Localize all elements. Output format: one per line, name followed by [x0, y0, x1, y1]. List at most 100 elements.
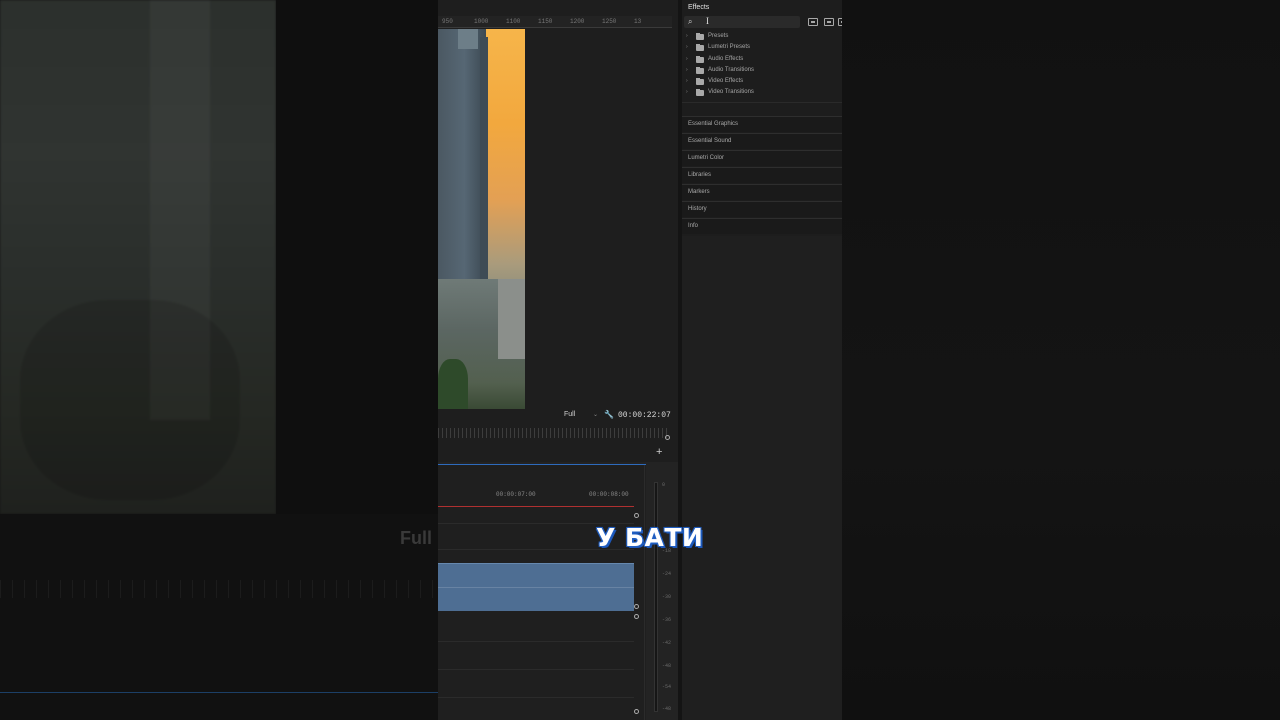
track-divider: [438, 669, 634, 670]
blurred-lower-panel: [0, 514, 438, 720]
panel-tab-label: History: [688, 206, 707, 212]
panel-tab-libraries[interactable]: Libraries: [682, 167, 842, 183]
folder-icon: [696, 78, 704, 86]
tree-item-label: Lumetri Presets: [708, 44, 751, 51]
wrench-icon[interactable]: 🔧: [604, 410, 614, 419]
scrub-handle[interactable]: [665, 435, 670, 440]
tree-item-label: Video Transitions: [708, 89, 754, 96]
ruler-tick: 1100: [506, 18, 521, 25]
tree-item-label: Video Effects: [708, 78, 744, 85]
ruler-tick: 950: [442, 18, 453, 25]
blurred-ruler: [0, 580, 438, 598]
meter-tick: -36: [662, 617, 672, 623]
meter-tick: -54: [662, 684, 672, 690]
effects-panel: Effects ⌕ I › Presets › Lumetri Presets: [682, 0, 842, 720]
blurred-panel-dark: [276, 0, 438, 514]
folder-icon: [696, 33, 704, 40]
panel-tab-label: Info: [688, 223, 699, 229]
folder-icon: [696, 44, 704, 52]
tree-item-label: Audio Transitions: [708, 66, 755, 73]
timeline-work-area[interactable]: [438, 506, 634, 507]
folder-icon: [696, 66, 704, 74]
timeline-timecode: 00:00:08:00: [589, 491, 629, 498]
premiere-window: 950 1000 1100 1150 1200 1250 13 Full ⌄ 🔧…: [438, 0, 842, 720]
meter-tick: -48: [662, 663, 672, 669]
folder-icon: [696, 89, 704, 97]
ruler-tick: 1250: [602, 18, 617, 25]
panel-tab-label: Markers: [688, 189, 710, 195]
add-button[interactable]: +: [656, 446, 662, 458]
panel-tab-label: Essential Sound: [688, 138, 732, 144]
effects-panel-title[interactable]: Effects: [688, 4, 709, 11]
panel-tab-essential-sound[interactable]: Essential Sound: [682, 133, 842, 149]
chevron-right-icon[interactable]: ›: [686, 44, 688, 50]
blurred-video-preview: [0, 0, 276, 514]
resolution-select[interactable]: Full ⌄: [564, 411, 598, 421]
folder-icon: [696, 55, 704, 63]
timeline-timecode: 00:00:07:00: [496, 491, 536, 498]
tree-item-audio-transitions[interactable]: › Audio Transitions: [682, 66, 842, 77]
effects-search-input[interactable]: ⌕ I: [684, 16, 800, 28]
panel-tab-lumetri-color[interactable]: Lumetri Color: [682, 150, 842, 166]
tree-item-video-transitions[interactable]: › Video Transitions: [682, 88, 842, 99]
ruler-tick: 1200: [570, 18, 585, 25]
effects-tree: › Presets › Lumetri Presets › Audio Effe…: [682, 32, 842, 100]
subtitle-caption: У БАТИ: [596, 523, 704, 552]
video-frame: Full 950 1000 1100 1150 1200 1250 13 Ful…: [0, 0, 1280, 720]
meter-tick: -48: [662, 706, 672, 712]
timeline-timecodes: 00:00:07:00 00:00:08:00: [438, 491, 646, 501]
blurred-blue-line: [0, 692, 438, 693]
tree-item-video-effects[interactable]: › Video Effects: [682, 77, 842, 88]
timeline-panel: 00:00:07:00 00:00:08:00: [438, 464, 646, 720]
32bit-effects-icon[interactable]: [824, 18, 834, 26]
track-handle[interactable]: [634, 709, 639, 714]
tree-divider: [682, 102, 842, 103]
panel-tab-essential-graphics[interactable]: Essential Graphics: [682, 116, 842, 132]
yuv-effects-icon[interactable]: [838, 18, 842, 26]
chevron-right-icon[interactable]: ›: [686, 67, 688, 73]
chevron-right-icon[interactable]: ›: [686, 56, 688, 62]
video-preview: [438, 29, 525, 409]
blurred-full-label: Full: [400, 528, 432, 548]
audio-meter: 0 -18 -24 -30 -36 -42 -48 -54 -48: [648, 478, 678, 718]
meter-tick: -42: [662, 640, 672, 646]
ruler-tick: 1150: [538, 18, 553, 25]
track-divider: [438, 641, 634, 642]
text-cursor-icon: I: [706, 16, 709, 26]
panel-tab-label: Libraries: [688, 172, 712, 178]
monitor-controls: Full ⌄ 🔧 00:00:22:07: [558, 410, 680, 424]
chevron-right-icon[interactable]: ›: [686, 89, 688, 95]
meter-tick: -24: [662, 571, 672, 577]
program-monitor: 950 1000 1100 1150 1200 1250 13 Full ⌄ 🔧…: [438, 0, 680, 462]
track-handle[interactable]: [634, 614, 639, 619]
timeline-separator: [644, 465, 645, 720]
tree-item-presets[interactable]: › Presets: [682, 32, 842, 43]
monitor-scrub-bar[interactable]: [438, 428, 668, 438]
city-street: [438, 279, 525, 409]
panel-tab-info[interactable]: Info: [682, 218, 842, 234]
tree-item-label: Presets: [708, 33, 729, 39]
search-icon: ⌕: [688, 17, 693, 26]
blurred-background-right: [842, 0, 1280, 720]
panel-tab-markers[interactable]: Markers: [682, 184, 842, 200]
chevron-right-icon[interactable]: ›: [686, 78, 688, 84]
tree-item-label: Audio Effects: [708, 55, 744, 62]
panel-tab-history[interactable]: History: [682, 201, 842, 217]
monitor-ruler[interactable]: 950 1000 1100 1150 1200 1250 13: [438, 16, 672, 28]
track-handle[interactable]: [634, 604, 639, 609]
chevron-right-icon[interactable]: ›: [686, 33, 688, 39]
chevron-down-icon: ⌄: [592, 412, 598, 418]
accelerated-effects-icon[interactable]: [808, 18, 818, 26]
resolution-value: Full: [564, 411, 576, 418]
tree-item-lumetri-presets[interactable]: › Lumetri Presets: [682, 43, 842, 54]
effects-panel-empty-area: [682, 236, 842, 720]
playhead-timecode[interactable]: 00:00:22:07: [618, 411, 671, 420]
track-handle[interactable]: [634, 513, 639, 518]
meter-bar: [654, 482, 658, 712]
panel-tab-label: Lumetri Color: [688, 155, 725, 161]
meter-tick: 0: [662, 482, 666, 488]
audio-clip[interactable]: [438, 563, 634, 611]
meter-tick: -30: [662, 594, 672, 600]
tree-item-audio-effects[interactable]: › Audio Effects: [682, 55, 842, 66]
track-divider: [438, 697, 634, 698]
